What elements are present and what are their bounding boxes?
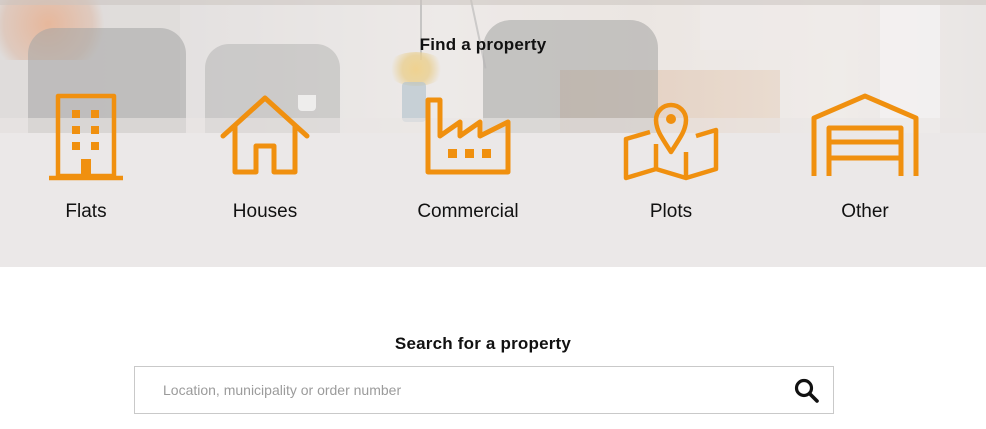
- category-plots[interactable]: Plots: [611, 92, 731, 232]
- category-houses[interactable]: Houses: [205, 92, 325, 232]
- category-commercial-label: Commercial: [417, 201, 519, 222]
- category-commercial[interactable]: Commercial: [396, 92, 540, 232]
- category-flats[interactable]: Flats: [36, 92, 136, 232]
- factory-icon: [425, 97, 511, 175]
- category-other[interactable]: Other: [805, 92, 925, 232]
- search-icon: [794, 378, 819, 403]
- search-property-title: Search for a property: [394, 334, 572, 353]
- search-input[interactable]: [135, 367, 775, 413]
- search-button[interactable]: [793, 377, 821, 405]
- search-box: [134, 366, 834, 414]
- category-list: Flats Houses Commercial Plots Other: [0, 0, 986, 267]
- category-plots-label: Plots: [649, 201, 693, 222]
- map-pin-icon: [623, 102, 719, 181]
- category-houses-label: Houses: [232, 201, 298, 222]
- garage-icon: [811, 93, 919, 176]
- building-icon: [49, 93, 123, 181]
- category-other-label: Other: [841, 201, 889, 222]
- category-flats-label: Flats: [65, 201, 107, 222]
- house-icon: [220, 95, 310, 175]
